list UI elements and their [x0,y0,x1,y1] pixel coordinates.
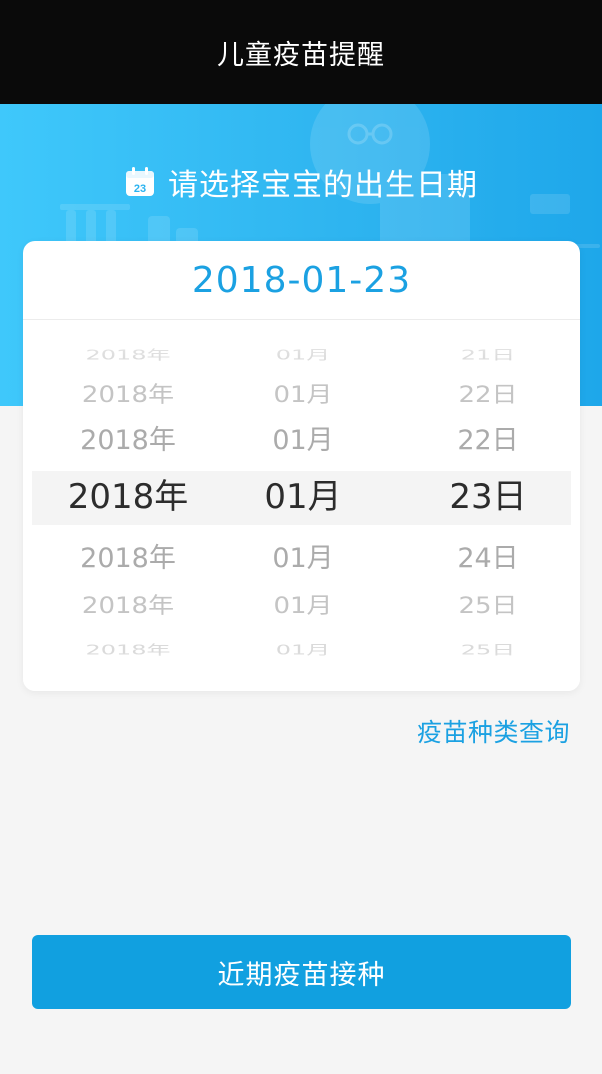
year-option[interactable]: 2018年 [23,545,233,572]
month-option[interactable]: 01月 [218,595,388,617]
calendar-icon-day: 23 [134,183,146,195]
month-option[interactable]: 01月 [218,384,388,406]
hero-heading: 23 请选择宝宝的出生日期 [0,160,602,204]
year-option[interactable]: 2018年 [23,384,233,406]
month-option[interactable]: 01月 [218,427,388,454]
selected-date-display: 2018-01-23 [23,241,580,320]
day-option[interactable]: 24日 [403,545,573,572]
day-option[interactable]: 25日 [403,643,573,656]
app-title: 儿童疫苗提醒 [217,39,385,71]
month-option[interactable]: 01月 [218,643,388,656]
date-picker-card: 2018-01-23 2018年 2018年 2018年 2018年 2018年… [23,241,580,691]
month-option[interactable]: 01月 [218,545,388,572]
year-option[interactable]: 2018年 [23,643,233,656]
day-option[interactable]: 25日 [403,595,573,617]
day-option[interactable]: 22日 [403,427,573,454]
date-wheel-picker[interactable]: 2018年 2018年 2018年 2018年 2018年 2018年 2018… [23,320,580,691]
hero-title: 请选择宝宝的出生日期 [168,168,478,203]
year-option-selected[interactable]: 2018年 [23,480,233,514]
day-option[interactable]: 22日 [403,384,573,406]
month-option[interactable]: 01月 [218,348,388,361]
year-wheel[interactable]: 2018年 2018年 2018年 2018年 2018年 2018年 2018… [23,320,233,691]
year-option[interactable]: 2018年 [23,595,233,617]
app-header: 儿童疫苗提醒 [0,0,602,104]
day-wheel[interactable]: 21日 22日 22日 23日 24日 25日 25日 [403,320,573,691]
calendar-icon: 23 [126,167,154,196]
year-option[interactable]: 2018年 [23,427,233,454]
month-wheel[interactable]: 01月 01月 01月 01月 01月 01月 01月 [218,320,388,691]
vaccine-types-link[interactable]: 疫苗种类查询 [417,713,570,749]
recent-vaccination-button[interactable]: 近期疫苗接种 [32,935,571,1009]
month-option-selected[interactable]: 01月 [218,480,388,514]
year-option[interactable]: 2018年 [23,348,233,361]
day-option[interactable]: 21日 [403,348,573,361]
day-option-selected[interactable]: 23日 [403,480,573,514]
